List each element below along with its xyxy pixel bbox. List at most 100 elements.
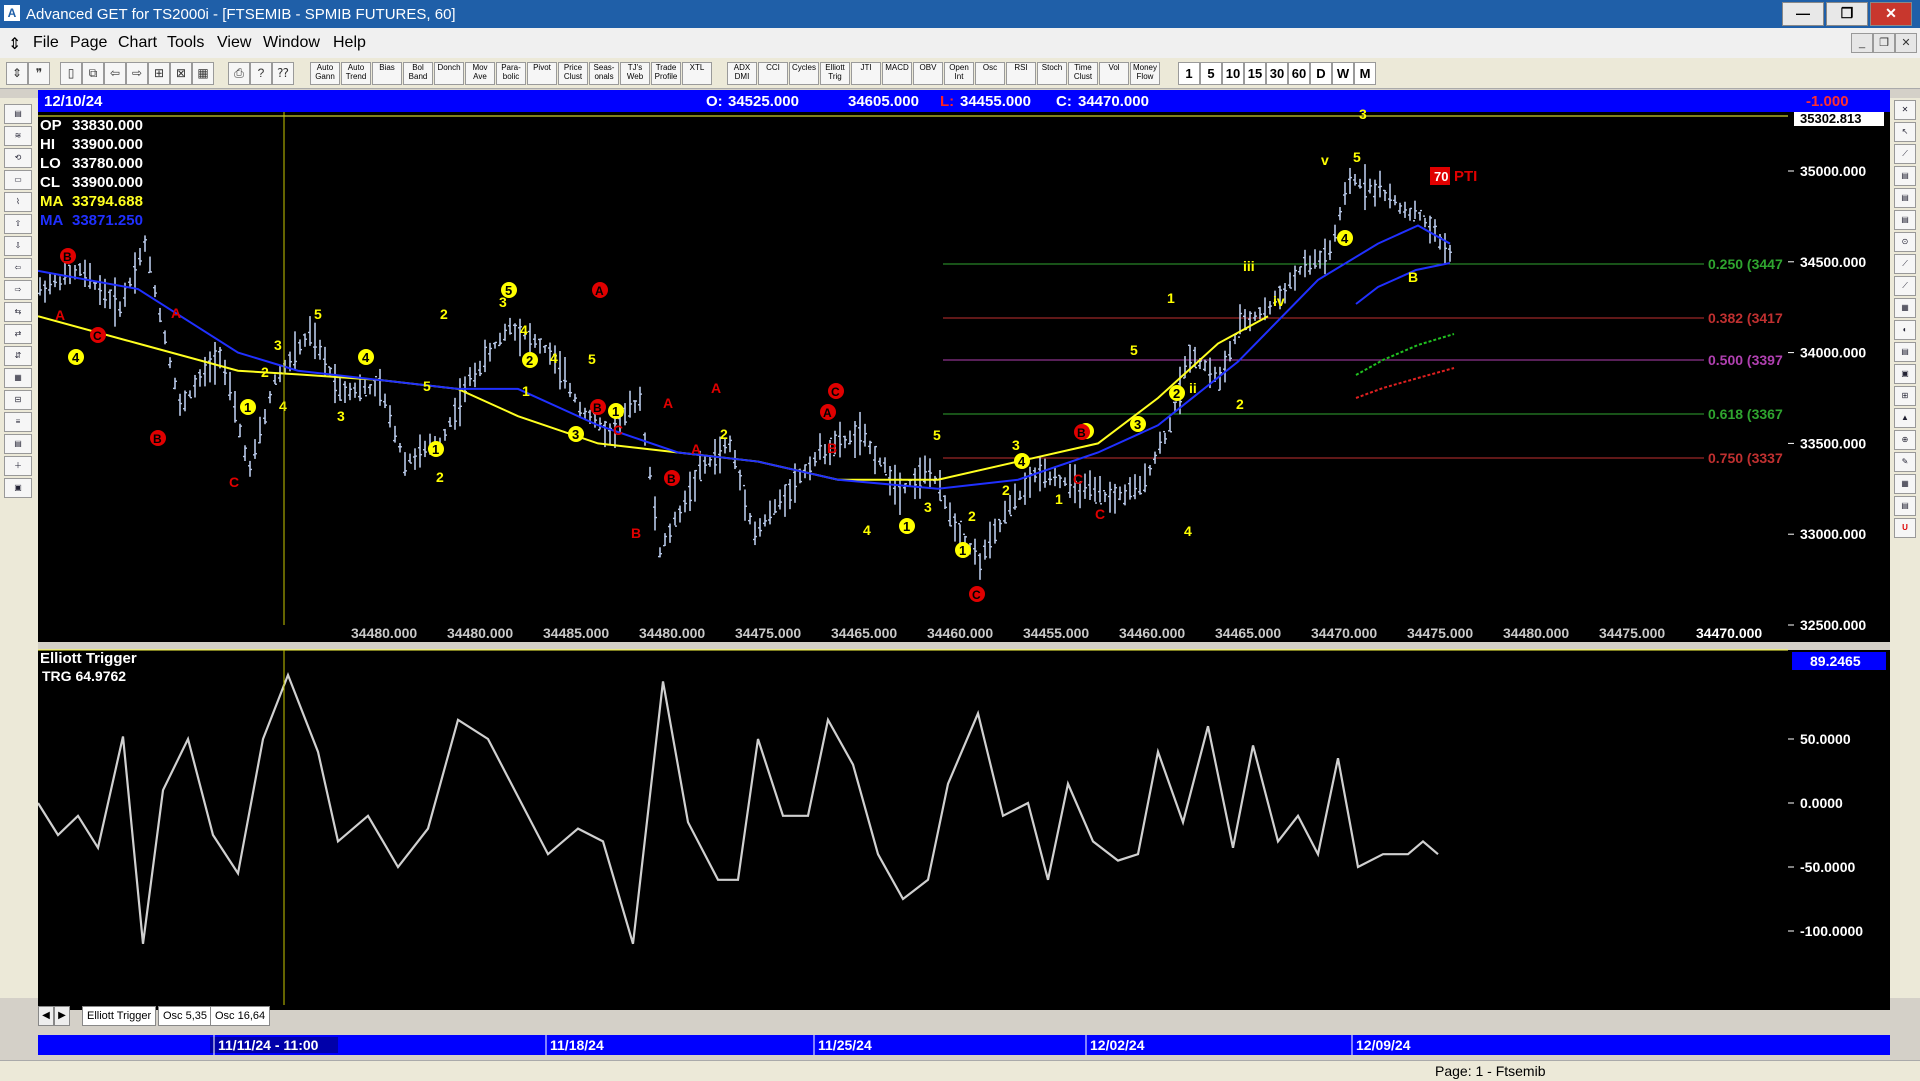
grid-icon[interactable]: ▦ <box>192 62 214 85</box>
menu-window[interactable]: Window <box>263 34 320 52</box>
right-tool-icon-12[interactable]: ▣ <box>1894 364 1916 384</box>
chart-window[interactable]: 12/10/24 O: 34525.000 34605.000 L: 34455… <box>38 90 1890 1056</box>
left-tool-icon-6[interactable]: ⇩ <box>4 236 32 256</box>
menu-file[interactable]: File <box>33 34 59 52</box>
right-tool-icon-11[interactable]: ▤ <box>1894 342 1916 362</box>
right-tool-icon-2[interactable]: ⟋ <box>1894 144 1916 164</box>
mdi-close-button[interactable]: ✕ <box>1895 33 1917 53</box>
period-button-W[interactable]: W <box>1332 62 1354 85</box>
study-button-5[interactable]: Mov Ave <box>465 62 495 85</box>
right-tool-icon-6[interactable]: ⊙ <box>1894 232 1916 252</box>
help-icon[interactable]: ? <box>250 62 272 85</box>
right-tool-icon-3[interactable]: ▤ <box>1894 166 1916 186</box>
right-tool-icon-10[interactable]: ◐ <box>1894 320 1916 340</box>
right-tool-icon-13[interactable]: ⊞ <box>1894 386 1916 406</box>
left-tool-icon-2[interactable]: ⟲ <box>4 148 32 168</box>
study-button-23[interactable]: Stoch <box>1037 62 1067 85</box>
study-button-2[interactable]: Bias <box>372 62 402 85</box>
study-button-0[interactable]: Auto Gann <box>310 62 340 85</box>
study-button-10[interactable]: TJ's Web <box>620 62 650 85</box>
left-tool-icon-16[interactable]: ＋ <box>4 456 32 476</box>
left-tool-icon-13[interactable]: ⊟ <box>4 390 32 410</box>
period-button-M[interactable]: M <box>1354 62 1376 85</box>
study-button-22[interactable]: RSI <box>1006 62 1036 85</box>
pin-icon[interactable]: ⇕ <box>6 62 28 85</box>
menu-help[interactable]: Help <box>333 34 366 52</box>
right-tool-icon-0[interactable]: ✕ <box>1894 100 1916 120</box>
study-button-4[interactable]: Donch <box>434 62 464 85</box>
right-tool-icon-4[interactable]: ▤ <box>1894 188 1916 208</box>
study-button-11[interactable]: Trade Profile <box>651 62 681 85</box>
left-tool-icon-12[interactable]: ▦ <box>4 368 32 388</box>
right-tool-icon-9[interactable]: ▦ <box>1894 298 1916 318</box>
right-tool-icon-8[interactable]: ⟋ <box>1894 276 1916 296</box>
study-button-1[interactable]: Auto Trend <box>341 62 371 85</box>
study-button-18[interactable]: MACD <box>882 62 912 85</box>
period-button-10[interactable]: 10 <box>1222 62 1244 85</box>
study-button-25[interactable]: Vol <box>1099 62 1129 85</box>
right-tool-icon-16[interactable]: ✎ <box>1894 452 1916 472</box>
study-button-21[interactable]: Osc <box>975 62 1005 85</box>
study-button-17[interactable]: JTI <box>851 62 881 85</box>
menu-tools[interactable]: Tools <box>167 34 204 52</box>
study-button-24[interactable]: Time Clust <box>1068 62 1098 85</box>
menu-pin-icon[interactable]: ⇕ <box>8 34 21 54</box>
left-tool-icon-5[interactable]: ⇧ <box>4 214 32 234</box>
tab-scroll-left-icon[interactable]: ◀ <box>38 1006 54 1026</box>
left-tool-icon-15[interactable]: ▤ <box>4 434 32 454</box>
new-page-icon[interactable]: ▯ <box>60 62 82 85</box>
study-button-12[interactable]: XTL <box>682 62 712 85</box>
right-tool-icon-1[interactable]: ↖ <box>1894 122 1916 142</box>
left-tool-icon-14[interactable]: ≡ <box>4 412 32 432</box>
right-tool-icon-14[interactable]: ▲ <box>1894 408 1916 428</box>
study-button-7[interactable]: Pivot <box>527 62 557 85</box>
right-tool-icon-17[interactable]: ▦ <box>1894 474 1916 494</box>
tab-elliott-trigger[interactable]: Elliott Trigger <box>82 1006 157 1026</box>
study-button-15[interactable]: Cycles <box>789 62 819 85</box>
study-button-20[interactable]: Open Int <box>944 62 974 85</box>
tab-scroll-right-icon[interactable]: ▶ <box>54 1006 70 1026</box>
study-button-14[interactable]: CCI <box>758 62 788 85</box>
period-button-5[interactable]: 5 <box>1200 62 1222 85</box>
period-button-1[interactable]: 1 <box>1178 62 1200 85</box>
delete-icon[interactable]: ⊠ <box>170 62 192 85</box>
study-button-9[interactable]: Seas-onals <box>589 62 619 85</box>
left-tool-icon-9[interactable]: ⇆ <box>4 302 32 322</box>
left-tool-icon-1[interactable]: ≋ <box>4 126 32 146</box>
right-tool-icon-18[interactable]: ▤ <box>1894 496 1916 516</box>
print-icon[interactable]: ⎙ <box>228 62 250 85</box>
study-button-19[interactable]: OBV <box>913 62 943 85</box>
menu-view[interactable]: View <box>217 34 251 52</box>
mdi-restore-button[interactable]: ❐ <box>1873 33 1895 53</box>
menu-chart[interactable]: Chart <box>118 34 157 52</box>
left-tool-icon-8[interactable]: ⇨ <box>4 280 32 300</box>
price-panel[interactable] <box>38 112 1890 642</box>
mdi-minimize-button[interactable]: _ <box>1851 33 1873 53</box>
period-button-D[interactable]: D <box>1310 62 1332 85</box>
quote-icon[interactable]: ❞ <box>28 62 50 85</box>
right-tool-icon-7[interactable]: ⟋ <box>1894 254 1916 274</box>
left-tool-icon-0[interactable]: ▤ <box>4 104 32 124</box>
study-button-3[interactable]: Bol Band <box>403 62 433 85</box>
menu-page[interactable]: Page <box>70 34 107 52</box>
study-button-16[interactable]: Elliott Trig <box>820 62 850 85</box>
restore-button[interactable]: ❐ <box>1826 2 1868 26</box>
period-button-30[interactable]: 30 <box>1266 62 1288 85</box>
study-button-26[interactable]: Money Flow <box>1130 62 1160 85</box>
period-button-60[interactable]: 60 <box>1288 62 1310 85</box>
study-button-6[interactable]: Para-bolic <box>496 62 526 85</box>
left-tool-icon-17[interactable]: ▣ <box>4 478 32 498</box>
oscillator-panel[interactable] <box>38 650 1890 1010</box>
left-tool-icon-3[interactable]: ▭ <box>4 170 32 190</box>
left-tool-icon-11[interactable]: ⇵ <box>4 346 32 366</box>
left-tool-icon-10[interactable]: ⇄ <box>4 324 32 344</box>
right-arrow-icon[interactable]: ⇨ <box>126 62 148 85</box>
minimize-button[interactable]: — <box>1782 2 1824 26</box>
tab-osc-16-64[interactable]: Osc 16,64 <box>210 1006 271 1026</box>
left-arrow-icon[interactable]: ⇦ <box>104 62 126 85</box>
period-button-15[interactable]: 15 <box>1244 62 1266 85</box>
right-tool-icon-19[interactable]: U <box>1894 518 1916 538</box>
study-button-8[interactable]: Price Clust <box>558 62 588 85</box>
tab-osc-5-35[interactable]: Osc 5,35 <box>158 1006 213 1026</box>
study-button-13[interactable]: ADX DMI <box>727 62 757 85</box>
